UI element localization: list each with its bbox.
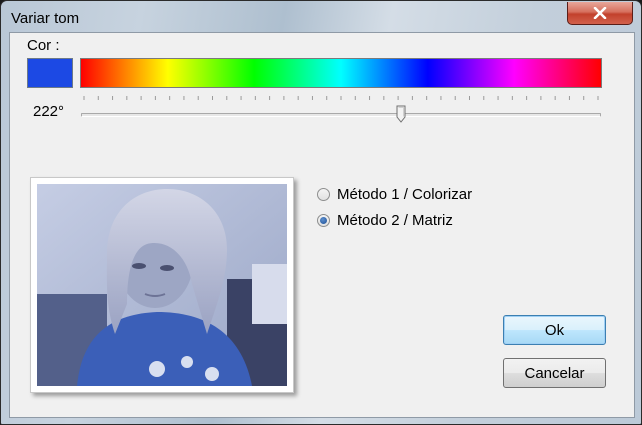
slider-ticks — [83, 96, 599, 100]
image-preview — [30, 177, 294, 393]
radio-indicator — [317, 214, 330, 227]
hue-value: 222° — [33, 103, 65, 120]
close-icon — [593, 7, 607, 19]
method-1-label: Método 1 / Colorizar — [337, 186, 473, 203]
preview-photo — [37, 184, 287, 386]
ok-button[interactable]: Ok — [503, 315, 606, 345]
hue-slider-thumb[interactable] — [396, 105, 406, 123]
window-title: Variar tom — [11, 10, 80, 27]
color-swatch — [27, 58, 73, 88]
dialog-window: Variar tom Cor : 222° Método 1 / Coloriz… — [0, 0, 642, 425]
color-label: Cor : — [27, 37, 60, 54]
method-2-label: Método 2 / Matriz — [337, 212, 453, 229]
cancel-button[interactable]: Cancelar — [503, 358, 606, 388]
method-1-radio[interactable]: Método 1 / Colorizar — [317, 186, 472, 203]
hue-slider-track[interactable] — [81, 113, 601, 117]
radio-indicator — [317, 188, 330, 201]
close-button[interactable] — [567, 2, 633, 25]
method-2-radio[interactable]: Método 2 / Matriz — [317, 212, 453, 229]
hue-spectrum[interactable] — [80, 58, 602, 88]
